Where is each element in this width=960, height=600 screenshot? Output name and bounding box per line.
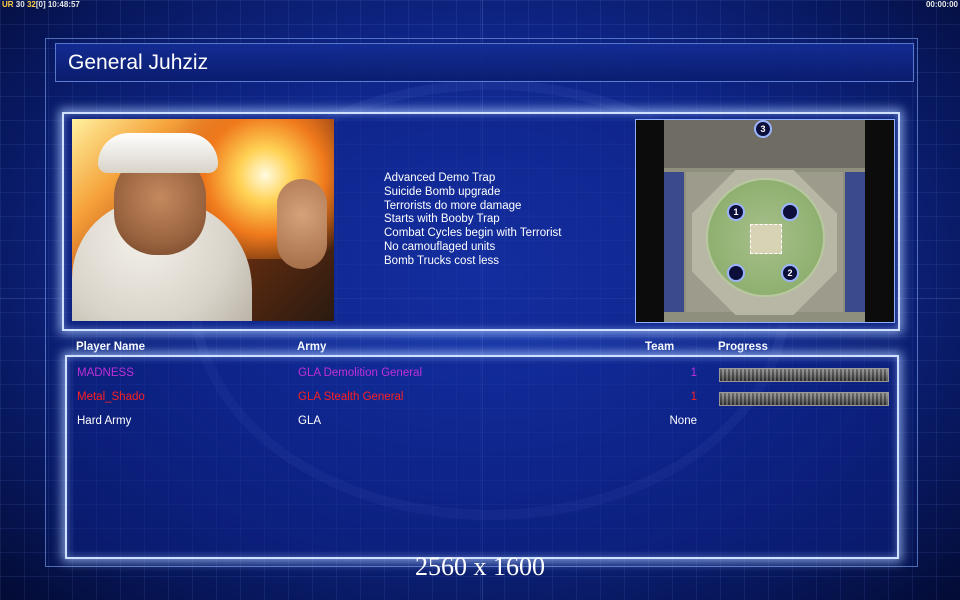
general-portrait <box>72 119 334 321</box>
header-player-name: Player Name <box>76 341 146 353</box>
status-value-a: 30 <box>15 0 25 9</box>
trait-item: Combat Cycles begin with Terrorist <box>384 227 562 240</box>
trait-item: Suicide Bomb upgrade <box>384 185 501 198</box>
player-progress-bar <box>719 368 889 382</box>
map-center-structure <box>750 224 782 254</box>
status-clock: 10:48:57 <box>47 0 80 9</box>
player-name: MADNESS <box>77 367 134 379</box>
header-progress: Progress <box>718 341 768 353</box>
player-army: GLA Stealth General <box>298 391 404 403</box>
player-army: GLA <box>298 415 322 427</box>
status-value-c: [0] <box>35 0 46 9</box>
trait-item: Bomb Trucks cost less <box>384 254 500 267</box>
players-table: MADNESS GLA Demolition General 1 Metal_S… <box>65 355 899 559</box>
title-bar: General Juhziz <box>55 43 914 82</box>
player-name: Hard Army <box>77 415 132 427</box>
map-right-strip <box>845 172 865 312</box>
status-bar: UR 30 32[0] 10:48:57 00:00:00 <box>0 0 960 10</box>
progress-fill <box>720 393 888 405</box>
player-name: Metal_Shado <box>77 391 145 403</box>
start-position-3: 3 <box>754 120 772 138</box>
status-value-b: 32 <box>26 0 36 9</box>
start-position-1: 1 <box>727 203 745 221</box>
trait-item: No camouflaged units <box>384 240 496 253</box>
player-progress-bar <box>719 392 889 406</box>
map-terrain: 1 2 3 <box>664 120 865 322</box>
player-team: 1 <box>690 367 697 379</box>
resolution-label: 2560 x 1600 <box>415 552 545 581</box>
player-row: Hard Army GLA None <box>67 411 897 433</box>
status-timer: 00:00:00 <box>925 0 958 9</box>
progress-fill <box>720 369 888 381</box>
trait-item: Starts with Booby Trap <box>384 213 500 226</box>
header-army: Army <box>297 341 327 353</box>
general-traits-list: Advanced Demo Trap Suicide Bomb upgrade … <box>384 172 561 269</box>
map-preview: 1 2 3 <box>635 119 895 323</box>
player-row: MADNESS GLA Demolition General 1 <box>67 363 897 385</box>
portrait-turban <box>98 133 218 173</box>
portrait-hand <box>277 179 327 269</box>
map-left-strip <box>664 172 684 312</box>
header-team: Team <box>645 341 675 353</box>
status-left: UR 30 32[0] 10:48:57 <box>2 0 80 9</box>
start-position-empty <box>781 203 799 221</box>
start-position-2: 2 <box>781 264 799 282</box>
start-position-empty <box>727 264 745 282</box>
general-info-panel: Advanced Demo Trap Suicide Bomb upgrade … <box>62 112 900 331</box>
trait-item: Advanced Demo Trap <box>384 172 496 184</box>
player-army: GLA Demolition General <box>298 367 423 379</box>
trait-item: Terrorists do more damage <box>384 199 522 212</box>
status-prefix: UR <box>2 0 14 9</box>
general-title: General Juhziz <box>68 51 209 74</box>
player-team: None <box>669 415 698 427</box>
player-row: Metal_Shado GLA Stealth General 1 <box>67 387 897 409</box>
player-team: 1 <box>690 391 697 403</box>
